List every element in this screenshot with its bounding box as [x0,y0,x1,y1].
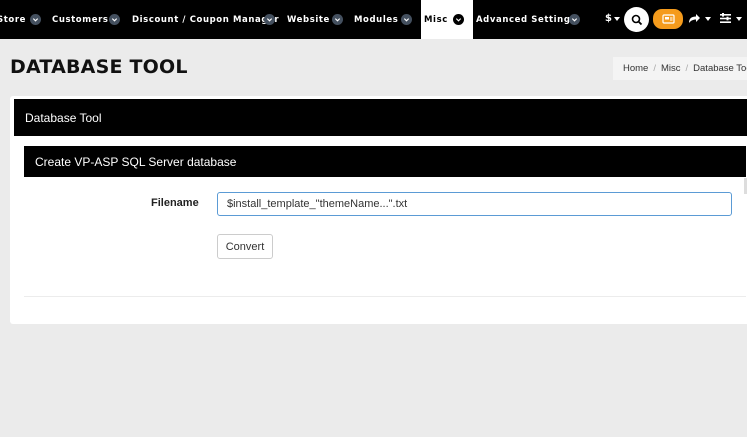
breadcrumb: Home / Misc / Database Tool [613,57,747,80]
section-header: Create VP-ASP SQL Server database [24,146,746,177]
nav-item-label: Misc [424,14,448,25]
search-button[interactable] [624,7,649,32]
caret-down-icon [614,17,620,21]
breadcrumb-misc[interactable]: Misc [661,63,681,74]
nav-item-label: Advanced Settings [476,14,577,25]
currency-selector[interactable]: $ [605,13,612,24]
card-icon [661,14,675,24]
search-icon [631,14,642,25]
chevron-down-icon[interactable] [109,14,120,25]
nav-item-label: Customers [52,14,109,25]
nav-item-label: Store [0,14,26,25]
share-icon [689,14,700,23]
chevron-down-icon[interactable] [401,14,412,25]
chevron-down-icon[interactable] [264,14,275,25]
breadcrumb-current: Database Tool [693,63,747,74]
nav-item-store[interactable]: Store [0,0,26,39]
nav-item-label: Website [287,14,330,25]
nav-item-website[interactable]: Website [287,0,330,39]
chevron-down-icon[interactable] [453,14,464,25]
breadcrumb-separator: / [653,63,656,74]
convert-button[interactable]: Convert [217,234,273,259]
nav-item-customers[interactable]: Customers [52,0,109,39]
nav-item-advanced-settings[interactable]: Advanced Settings [476,0,576,39]
page-title: DATABASE TOOL [10,56,188,78]
nav-item-modules[interactable]: Modules [354,0,398,39]
nav-item-misc[interactable]: Misc [421,0,473,39]
chevron-down-icon[interactable] [569,14,580,25]
breadcrumb-separator: / [685,63,689,74]
notification-button[interactable] [653,9,683,29]
list-settings-icon [720,13,731,23]
chevron-down-icon[interactable] [30,14,41,25]
divider [24,296,746,297]
panel-header: Database Tool [14,99,747,136]
create-database-section: Create VP-ASP SQL Server database [24,146,746,297]
top-navigation: Store Customers Discount / Coupon Manage… [0,0,747,39]
chevron-down-icon[interactable] [332,14,343,25]
caret-down-icon [705,17,711,21]
filename-field[interactable]: $install_template_"themeName...".txt [217,192,732,216]
filename-label: Filename [151,197,199,209]
nav-item-label: Modules [354,14,399,25]
caret-down-icon [736,17,742,21]
breadcrumb-home[interactable]: Home [623,63,648,74]
share-menu[interactable] [688,12,701,30]
nav-item-discount-coupon-manager[interactable]: Discount / Coupon Manager [132,0,279,39]
nav-item-label: Discount / Coupon Manager [132,14,280,25]
settings-menu[interactable] [719,12,732,30]
